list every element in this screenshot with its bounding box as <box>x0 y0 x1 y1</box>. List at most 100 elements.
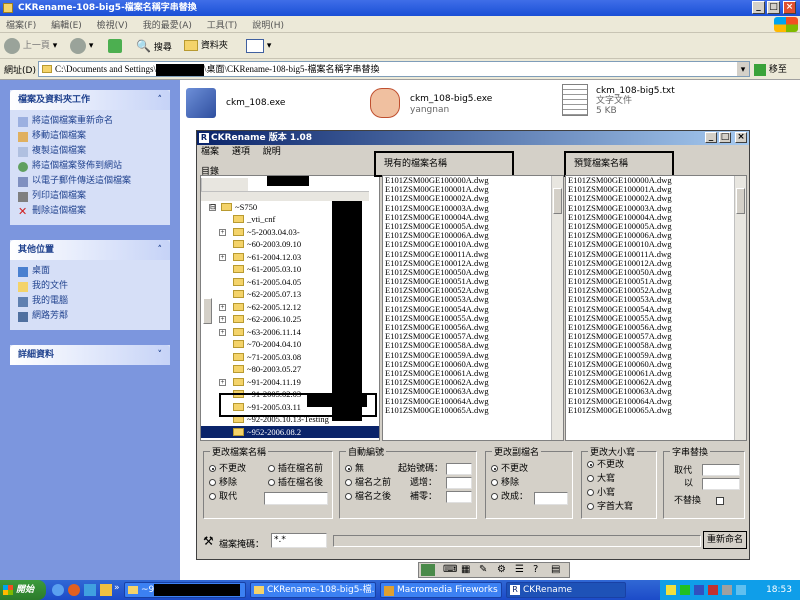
dialog-close-button[interactable]: × <box>735 132 747 143</box>
quicklaunch-icon[interactable] <box>84 584 96 596</box>
tree-scrollbar[interactable] <box>201 178 248 324</box>
quicklaunch-icon[interactable] <box>100 584 112 596</box>
task-copy[interactable]: 複製這個檔案 <box>10 144 170 159</box>
go-button[interactable]: 移至 <box>754 62 787 78</box>
tree-node[interactable]: ~952-2006.08.2 <box>201 425 379 438</box>
case-title-radio[interactable]: 字首大寫 <box>587 502 633 513</box>
file-list-item[interactable]: E101ZSM00GE100065A.dwg <box>566 405 746 415</box>
filename-remove-radio[interactable]: 移除 <box>209 478 237 489</box>
menu-file[interactable]: 檔案(F) <box>0 16 42 33</box>
task-fireworks[interactable]: Macromedia Fireworks M... <box>380 582 502 598</box>
no-replace-checkbox[interactable] <box>716 497 724 505</box>
ext-change-radio[interactable]: 改成： <box>491 492 528 503</box>
filename-replace-radio[interactable]: 取代 <box>209 492 237 503</box>
filename-insert-after-radio[interactable]: 插在檔名後 <box>268 478 323 489</box>
collapse-icon[interactable]: ˄ <box>158 90 163 110</box>
chevron-icon[interactable]: » <box>114 583 120 593</box>
back-button[interactable]: 上一頁 ▾ <box>4 37 57 55</box>
tool-icon[interactable]: ▤ <box>551 564 560 575</box>
task-publish[interactable]: 將這個檔案發佈到網站 <box>10 159 170 174</box>
task-rename[interactable]: 將這個檔案重新命名 <box>10 114 170 129</box>
dialog-menu-file[interactable]: 檔案 <box>201 147 219 157</box>
place-computer[interactable]: 我的電腦 <box>10 294 170 309</box>
dialog-minimize-button[interactable]: _ <box>705 132 717 143</box>
menu-tools[interactable]: 工具(T) <box>201 16 244 33</box>
menu-edit[interactable]: 編輯(E) <box>45 16 88 33</box>
tray-icon[interactable] <box>708 585 718 595</box>
tree-hscrollbar[interactable] <box>201 190 369 201</box>
expand-toggle-icon[interactable]: + <box>219 328 226 336</box>
tray-icon[interactable] <box>680 585 690 595</box>
expand-toggle-icon[interactable]: + <box>219 378 226 386</box>
address-input[interactable]: C:\Documents and Settings\ \桌面\CKRename-1… <box>38 61 750 77</box>
file-mask-input[interactable]: *.* <box>271 533 327 548</box>
dialog-maximize-button[interactable]: □ <box>719 132 731 143</box>
expand-icon[interactable]: ˅ <box>158 345 163 365</box>
file-list-item[interactable]: E101ZSM00GE100065A.dwg <box>383 405 563 415</box>
close-button[interactable]: × <box>783 1 796 14</box>
forward-button[interactable]: ▾ <box>70 37 93 55</box>
ext-remove-radio[interactable]: 移除 <box>491 478 519 489</box>
expand-toggle-icon[interactable]: + <box>219 253 226 261</box>
filename-nochange-radio[interactable]: 不更改 <box>209 464 246 475</box>
ext-nochange-radio[interactable]: 不更改 <box>491 464 528 475</box>
ie-icon[interactable] <box>52 584 64 596</box>
increment-input[interactable] <box>446 477 472 489</box>
pad-zero-input[interactable] <box>446 491 472 503</box>
task-explorer[interactable]: CKRename-108-big5-檔... <box>250 582 376 598</box>
minimize-button[interactable]: _ <box>752 1 765 14</box>
details-header[interactable]: 詳細資料 ˅ <box>10 345 170 365</box>
task-folder[interactable]: ~9 <box>124 582 246 598</box>
collapse-icon[interactable]: ˄ <box>158 240 163 260</box>
quicklaunch-icon[interactable] <box>68 584 80 596</box>
start-button[interactable]: 開始 <box>0 580 46 600</box>
replace-input[interactable] <box>702 478 740 490</box>
rename-button[interactable]: 重新命名 <box>703 531 747 549</box>
preview-files-list[interactable]: E101ZSM00GE100000A.dwg E101ZSM00GE100001A… <box>565 175 747 441</box>
current-files-list[interactable]: E101ZSM00GE100000A.dwg E101ZSM00GE100001A… <box>382 175 564 441</box>
task-ckrename[interactable]: R CKRename <box>506 582 626 598</box>
preview-list-scrollbar[interactable] <box>734 176 746 440</box>
expand-toggle-icon[interactable]: ⊟ <box>209 203 216 211</box>
dialog-menu-options[interactable]: 選項 <box>232 147 250 157</box>
up-folder-button[interactable] <box>108 37 122 55</box>
filename-text-input[interactable] <box>264 492 328 505</box>
views-button[interactable]: ▾ <box>246 37 271 55</box>
autonumber-before-radio[interactable]: 檔名之前 <box>345 478 391 489</box>
start-number-input[interactable] <box>446 463 472 475</box>
tool-icon[interactable]: ✎ <box>479 564 487 575</box>
help-icon[interactable]: ? <box>533 564 538 575</box>
tool-icon[interactable]: ☰ <box>515 564 524 575</box>
tool-icon[interactable] <box>421 564 435 576</box>
case-upper-radio[interactable]: 大寫 <box>587 474 615 485</box>
task-move[interactable]: 移動這個檔案 <box>10 129 170 144</box>
autonumber-after-radio[interactable]: 檔名之後 <box>345 492 391 503</box>
address-dropdown-icon[interactable]: ▾ <box>737 62 749 76</box>
menu-favorites[interactable]: 我的最愛(A) <box>137 16 198 33</box>
place-desktop[interactable]: 桌面 <box>10 264 170 279</box>
network-icon[interactable] <box>736 585 746 595</box>
expand-toggle-icon[interactable]: + <box>219 228 226 236</box>
tree-node[interactable]: 2004.02.27-Tseying-Image <box>201 438 379 440</box>
place-documents[interactable]: 我的文件 <box>10 279 170 294</box>
expand-toggle-icon[interactable]: + <box>219 303 226 311</box>
place-network[interactable]: 網路芳鄰 <box>10 309 170 324</box>
ext-text-input[interactable] <box>534 492 568 505</box>
menu-help[interactable]: 說明(H) <box>246 16 290 33</box>
tray-icon[interactable] <box>666 585 676 595</box>
expand-toggle-icon[interactable]: + <box>219 316 226 323</box>
case-nochange-radio[interactable]: 不更改 <box>587 460 624 471</box>
task-print[interactable]: 列印這個檔案 <box>10 189 170 204</box>
find-input[interactable] <box>702 464 740 476</box>
autonumber-none-radio[interactable]: 無 <box>345 464 364 475</box>
menu-view[interactable]: 檢視(V) <box>91 16 134 33</box>
case-lower-radio[interactable]: 小寫 <box>587 488 615 499</box>
tool-icon[interactable]: ⌨ <box>443 564 457 575</box>
volume-icon[interactable] <box>722 585 732 595</box>
explorer-title-bar[interactable]: CKRename-108-big5-檔案名稱字串替換 _ □ × <box>0 0 800 16</box>
maximize-button[interactable]: □ <box>767 1 780 14</box>
dialog-title-bar[interactable]: R CKRename 版本 1.08 _ □ × <box>197 131 749 145</box>
search-button[interactable]: 🔍 搜尋 <box>136 37 172 55</box>
tool-icon[interactable]: ⚙ <box>497 564 506 575</box>
filename-insert-before-radio[interactable]: 插在檔名前 <box>268 464 323 475</box>
